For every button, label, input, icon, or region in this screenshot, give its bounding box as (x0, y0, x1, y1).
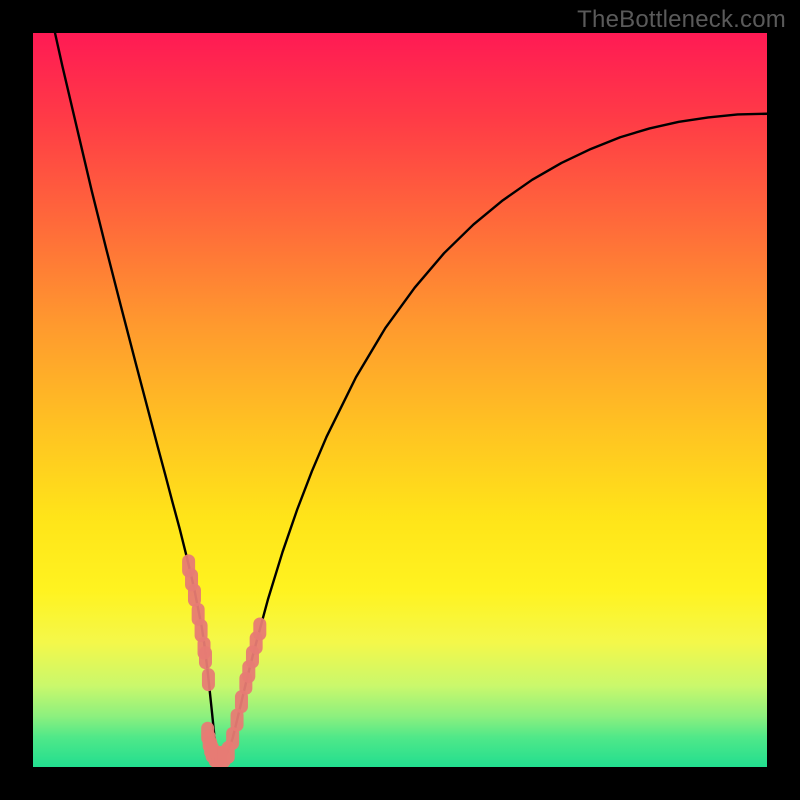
plot-area (33, 33, 767, 767)
outer-frame: TheBottleneck.com (0, 0, 800, 800)
curve-line (55, 33, 767, 757)
watermark-text: TheBottleneck.com (577, 6, 786, 34)
chart-svg (33, 33, 767, 767)
curve-markers (182, 554, 266, 767)
